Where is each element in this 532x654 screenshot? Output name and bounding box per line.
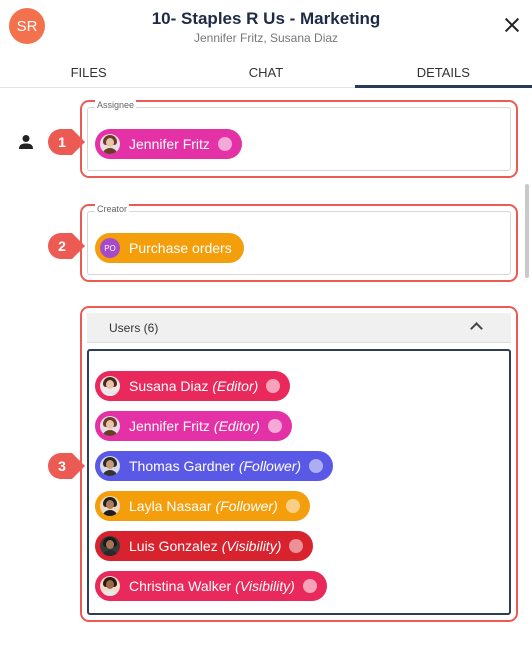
users-section-header[interactable]: Users (6) (87, 313, 511, 343)
chip-name: Jennifer Fritz (129, 136, 210, 152)
tab-chat[interactable]: CHAT (177, 58, 354, 87)
user-role: (Follower) (238, 458, 302, 474)
user-name: Christina Walker (129, 578, 232, 594)
assignee-label: Assignee (95, 100, 137, 110)
creator-chip[interactable]: PO Purchase orders (95, 233, 244, 263)
user-role: (Follower) (215, 498, 278, 514)
remove-icon[interactable] (309, 459, 324, 473)
avatar (100, 376, 120, 396)
user-chip[interactable]: Susana Diaz (Editor) (95, 371, 291, 401)
user-name: Thomas Gardner (129, 458, 235, 474)
user-name: Luis Gonzalez (129, 538, 218, 554)
user-name: Jennifer Fritz (129, 418, 210, 434)
tab-details[interactable]: DETAILS (354, 58, 532, 88)
remove-icon[interactable] (267, 419, 282, 433)
remove-icon[interactable] (289, 539, 304, 553)
remove-icon[interactable] (302, 579, 317, 593)
close-icon[interactable] (502, 15, 522, 35)
annotation-marker-3: 3 (48, 453, 86, 479)
remove-icon[interactable] (285, 499, 300, 513)
user-role: (Visibility) (221, 538, 282, 554)
annotation-marker-1: 1 (48, 129, 86, 155)
scrollbar-thumb[interactable] (525, 184, 529, 278)
tab-bar: FILES CHAT DETAILS (0, 58, 532, 88)
avatar (100, 456, 120, 476)
conversation-title: 10- Staples R Us - Marketing (151, 9, 381, 28)
person-icon (19, 135, 33, 149)
user-chip[interactable]: Layla Nasaar (Follower) (95, 491, 310, 521)
user-chip[interactable]: Jennifer Fritz (Editor) (95, 411, 292, 441)
avatar (100, 496, 120, 516)
chip-name: Purchase orders (129, 240, 232, 256)
users-title: Users (6) (109, 321, 159, 335)
user-chip[interactable]: Thomas Gardner (Follower) (95, 451, 334, 481)
conversation-participants: Jennifer Fritz, Susana Diaz (193, 31, 339, 45)
tab-files[interactable]: FILES (0, 58, 177, 87)
remove-icon[interactable] (266, 379, 281, 393)
chevron-up-icon[interactable] (470, 322, 483, 335)
remove-icon[interactable] (217, 137, 232, 151)
assignee-chip[interactable]: Jennifer Fritz (95, 129, 242, 159)
user-role: (Editor) (212, 378, 259, 394)
user-role: (Visibility) (235, 578, 295, 594)
avatar (100, 416, 120, 436)
avatar (100, 576, 120, 596)
user-name: Layla Nasaar (129, 498, 212, 514)
creator-label: Creator (95, 204, 130, 214)
avatar (100, 134, 120, 154)
avatar (100, 536, 120, 556)
user-role: (Editor) (213, 418, 260, 434)
user-chip[interactable]: Luis Gonzalez (Visibility) (95, 531, 314, 561)
annotation-marker-2: 2 (48, 233, 86, 259)
user-name: Susana Diaz (129, 378, 209, 394)
creator-badge: PO (100, 238, 120, 258)
user-chip[interactable]: Christina Walker (Visibility) (95, 571, 327, 601)
